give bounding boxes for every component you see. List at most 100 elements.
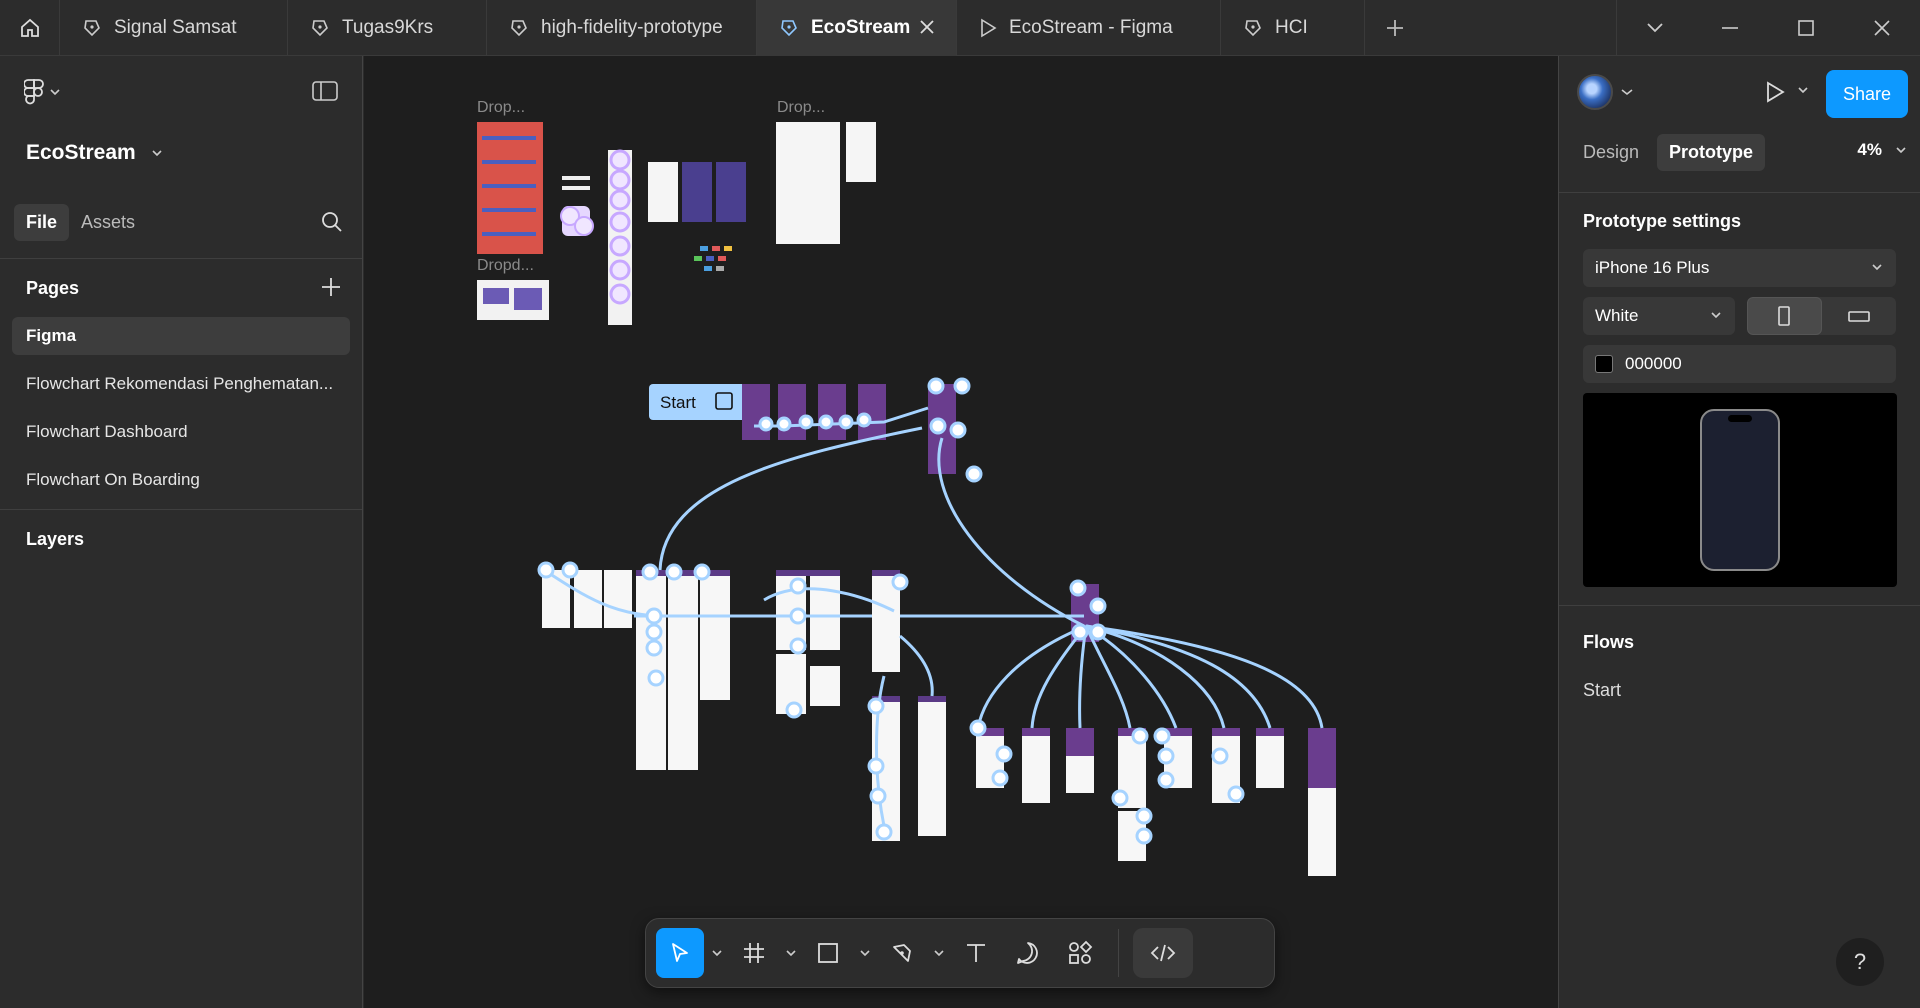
orientation-toggle (1746, 297, 1896, 335)
home-icon (20, 18, 39, 37)
figma-file-icon (1245, 20, 1261, 37)
move-tool-menu[interactable] (708, 928, 726, 978)
frame-tool-button[interactable] (730, 928, 778, 978)
pen-tool-button[interactable] (878, 928, 926, 978)
frame-label: Dropd... (477, 257, 534, 274)
share-button[interactable]: Share (1826, 70, 1908, 118)
design-canvas[interactable]: Drop... Dropd... Drop... Start (364, 56, 1558, 1008)
tab-assets[interactable]: Assets (69, 204, 147, 241)
shape-tool-menu[interactable] (856, 928, 874, 978)
chevron-down-icon (50, 89, 60, 96)
file-name-button[interactable]: EcoStream (0, 128, 362, 178)
screen-frames[interactable] (542, 570, 946, 841)
play-icon (981, 18, 997, 38)
add-page-icon[interactable] (320, 276, 342, 298)
color-swatch[interactable] (1595, 355, 1613, 373)
design-prototype-tabs: Design Prototype 4% (1559, 128, 1920, 176)
document-frame[interactable] (846, 122, 876, 182)
portrait-button[interactable] (1746, 297, 1823, 335)
dev-mode-toggle[interactable] (1133, 928, 1193, 978)
device-select[interactable]: iPhone 16 Plus (1583, 249, 1896, 287)
screen-frame[interactable] (682, 162, 712, 222)
tab-label: EcoStream - Figma (1009, 17, 1173, 38)
tab-prototype[interactable]: Prototype (1657, 133, 1766, 171)
figma-file-icon (781, 20, 797, 37)
chevron-down-icon (1896, 147, 1906, 154)
device-color-value: White (1595, 306, 1639, 325)
chevron-down-icon (860, 950, 870, 957)
screen-frames[interactable] (976, 728, 1336, 876)
flow-start-badge[interactable]: Start (649, 384, 747, 420)
screen-frame[interactable] (716, 162, 746, 222)
tab-design[interactable]: Design (1571, 134, 1651, 171)
device-color-select[interactable]: White (1583, 297, 1735, 335)
bottom-toolbar (645, 918, 1275, 988)
page-item-flowchart-dashboard[interactable]: Flowchart Dashboard (12, 413, 350, 451)
page-item-figma[interactable]: Figma (12, 317, 350, 355)
shape-tool-button[interactable] (804, 928, 852, 978)
zoom-menu[interactable]: 4% (1857, 140, 1906, 160)
home-button[interactable] (0, 0, 60, 56)
chevron-down-icon[interactable] (1798, 86, 1808, 94)
document-frame[interactable] (776, 122, 840, 244)
minimize-button[interactable] (1692, 0, 1768, 56)
component-cluster[interactable] (560, 176, 594, 236)
onboarding-screens[interactable] (742, 384, 956, 474)
frame-tool-menu[interactable] (782, 928, 800, 978)
flows-title: Flows (1583, 631, 1635, 652)
search-icon[interactable] (320, 210, 344, 234)
tab-list-button[interactable] (1616, 0, 1692, 56)
page-item-flowchart-rekomendasi[interactable]: Flowchart Rekomendasi Penghematan... (12, 365, 350, 403)
tab-hci[interactable]: HCI (1221, 0, 1365, 56)
landscape-button[interactable] (1822, 297, 1896, 335)
chevron-down-icon (152, 150, 162, 157)
tab-ecostream[interactable]: EcoStream (757, 0, 957, 56)
sidebar-toggle-icon[interactable] (312, 80, 338, 102)
actions-tool-button[interactable] (1056, 928, 1104, 978)
code-icon (1150, 944, 1176, 962)
zoom-level: 4% (1857, 140, 1882, 159)
pen-icon (893, 944, 911, 962)
phone-notch (1728, 415, 1752, 422)
tab-file[interactable]: File (14, 203, 70, 241)
layers-header: Layers (0, 510, 362, 568)
chevron-down-icon (1646, 23, 1663, 33)
pen-tool-menu[interactable] (930, 928, 948, 978)
background-color-field[interactable]: 000000 (1583, 345, 1896, 383)
components-icon (1069, 940, 1093, 964)
tab-ecostream-figma[interactable]: EcoStream - Figma (957, 0, 1221, 56)
tab-label: EcoStream (811, 17, 911, 38)
svg-text:Start: Start (660, 393, 696, 412)
present-play-icon[interactable] (1764, 80, 1786, 104)
text-tool-button[interactable] (952, 928, 1000, 978)
screen-frame[interactable] (648, 162, 678, 222)
background-hex: 000000 (1625, 354, 1682, 373)
tab-label: high-fidelity-prototype (541, 17, 723, 38)
device-preview (1583, 393, 1897, 587)
text-icon (967, 944, 985, 962)
tab-label: Tugas9Krs (342, 17, 434, 38)
close-icon[interactable] (918, 18, 936, 36)
comment-tool-button[interactable] (1004, 928, 1052, 978)
main-menu-button[interactable] (24, 78, 60, 106)
new-tab-button[interactable] (1365, 0, 1425, 56)
right-sidebar: Share Design Prototype 4% Prototype sett… (1558, 56, 1920, 1008)
page-item-flowchart-onboarding[interactable]: Flowchart On Boarding (12, 461, 350, 499)
chevron-down-icon (1872, 264, 1882, 271)
tab-tugas9krs[interactable]: Tugas9Krs (288, 0, 487, 56)
close-window-button[interactable] (1844, 0, 1920, 56)
right-header: Share (1559, 56, 1920, 128)
avatar[interactable] (1577, 74, 1613, 110)
device-value: iPhone 16 Plus (1595, 258, 1710, 277)
maximize-icon (1798, 20, 1814, 36)
help-button[interactable]: ? (1836, 938, 1884, 986)
minimize-icon (1722, 27, 1738, 29)
tab-high-fidelity-prototype[interactable]: high-fidelity-prototype (487, 0, 757, 56)
chevron-down-icon[interactable] (1621, 88, 1633, 96)
maximize-button[interactable] (1768, 0, 1844, 56)
flow-item-start[interactable]: Start (1559, 670, 1920, 710)
frame-icon (744, 943, 764, 963)
chevron-down-icon (934, 950, 944, 957)
move-tool-button[interactable] (656, 928, 704, 978)
tab-signal-samsat[interactable]: Signal Samsat (60, 0, 288, 56)
